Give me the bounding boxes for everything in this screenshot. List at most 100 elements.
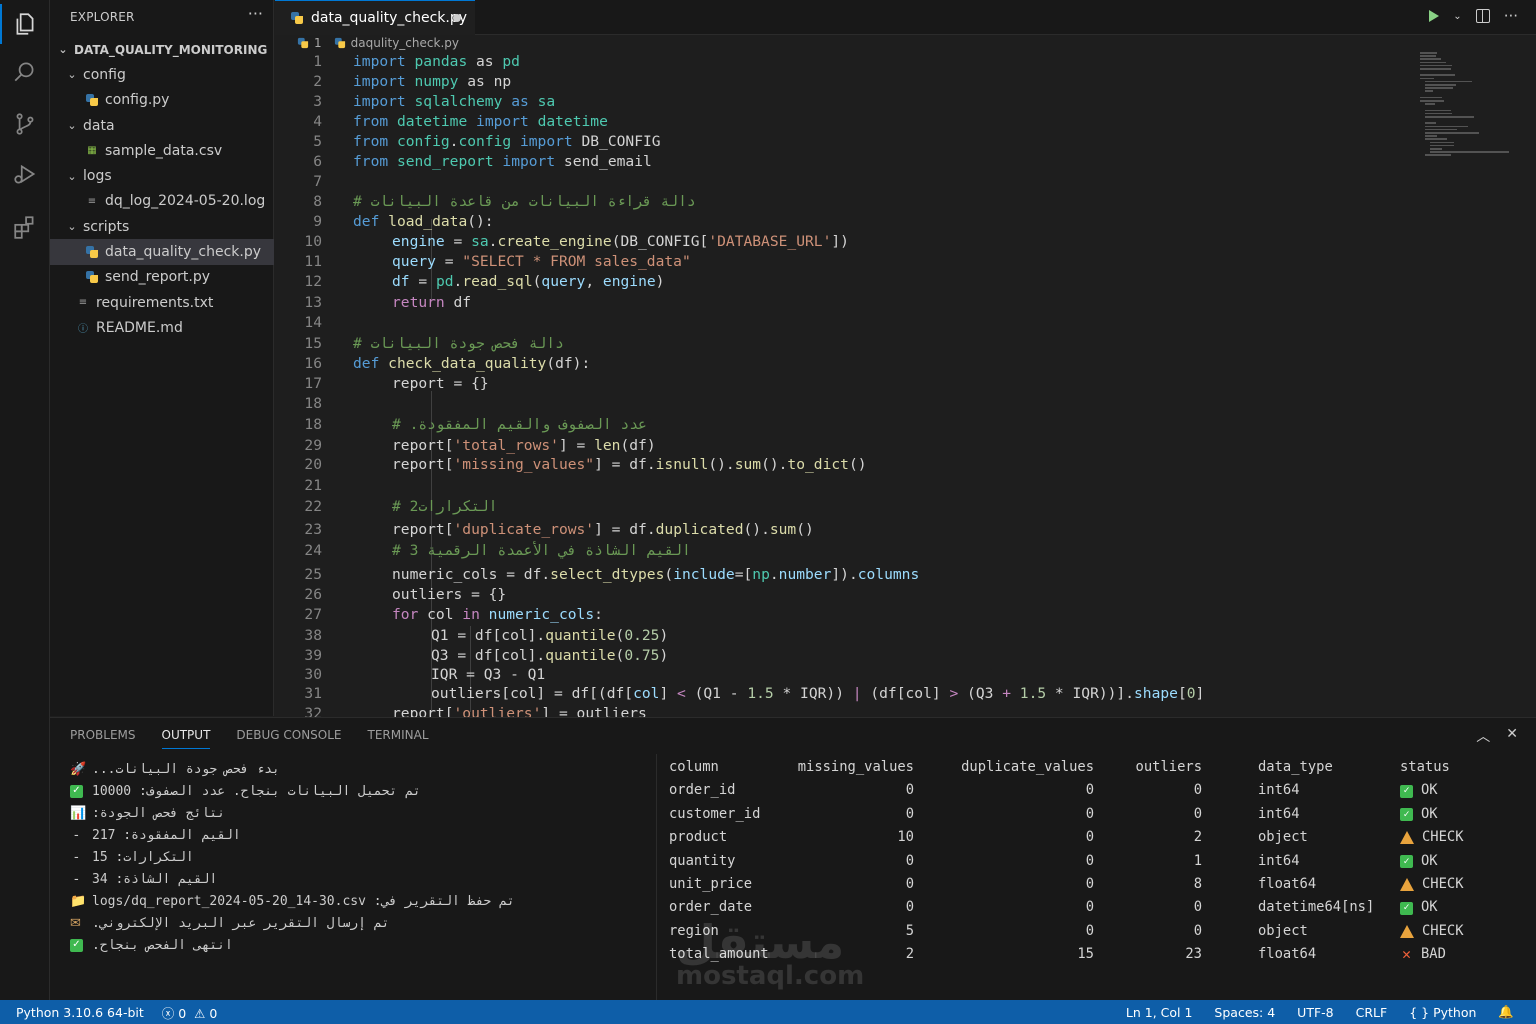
output-line: - التكرارات: 15 (70, 846, 650, 868)
line-number: 27 (304, 606, 322, 623)
encoding[interactable]: UTF-8 (1297, 1005, 1333, 1020)
code-line[interactable]: 11 query = "SELECT * FROM sales_data" (275, 252, 1415, 272)
cell-type: int64 (1258, 782, 1300, 799)
breadcrumb: 1 daqulity_check.py (297, 34, 459, 52)
tree-item[interactable]: config.py (50, 88, 274, 113)
code-line[interactable]: 14 (275, 313, 1415, 333)
tree-item[interactable]: ≡ requirements.txt (50, 290, 274, 315)
code-line[interactable]: 2 import numpy as np (275, 72, 1415, 92)
minimap[interactable] (1420, 52, 1520, 172)
code-line[interactable]: 21 (275, 476, 1415, 496)
table-row: product 10 0 2 object CHECK (666, 826, 1516, 849)
header-missing-values: missing_values (797, 759, 914, 775)
python-interpreter[interactable]: Python 3.10.6 64-bit (16, 1005, 144, 1020)
line-ending[interactable]: CRLF (1356, 1005, 1388, 1020)
tree-item[interactable]: ⌄ scripts (50, 214, 274, 239)
unsaved-dot-icon[interactable] (453, 14, 461, 22)
output-line: ✓ تم تحميل البيانات بنجاح. عدد الصفوف: 10… (70, 780, 650, 802)
minimap-line (1420, 61, 1447, 64)
code-line[interactable]: 31 outliers[col] = df[(df[col] < (Q1 - 1.… (275, 684, 1415, 704)
code-token: engine (392, 233, 445, 250)
code-line[interactable]: 24 # 3 القيم الشاذة في الأعمدة الرقمية (275, 541, 1415, 561)
notifications-bell-icon[interactable]: 🔔 (1498, 1004, 1514, 1020)
cursor-position[interactable]: Ln 1, Col 1 (1126, 1005, 1193, 1020)
line-number: 17 (304, 375, 322, 392)
code-line[interactable]: 10 engine = sa.create_engine(DB_CONFIG['D… (275, 232, 1415, 252)
line-number: 3 (313, 93, 322, 110)
code-line[interactable]: 26 outliers = {} (275, 585, 1415, 605)
cell-column: quantity (669, 852, 736, 869)
code-line[interactable]: 12 df = pd.read_sql(query, engine) (275, 272, 1415, 292)
code-line[interactable]: 25 numeric_cols = df.select_dtypes(includ… (275, 565, 1415, 585)
tree-item[interactable]: data_quality_check.py (50, 239, 274, 265)
line-number: 14 (304, 314, 322, 331)
search-icon[interactable] (0, 48, 50, 96)
code-line[interactable]: 15 # دالة فحص جودة البيانات (275, 334, 1415, 354)
code-token: sum (734, 456, 762, 473)
status-label: OK (1421, 899, 1438, 916)
indentation[interactable]: Spaces: 4 (1214, 1005, 1275, 1020)
tree-item[interactable]: ⓘ README.md (50, 315, 274, 340)
code-line[interactable]: 30 IQR = Q3 - Q1 (275, 665, 1415, 685)
more-actions-icon[interactable]: ··· (248, 4, 263, 23)
editor-more-icon[interactable]: ··· (1504, 7, 1518, 25)
maximize-panel-icon[interactable]: ︿ (1476, 726, 1490, 746)
explorer-files-icon[interactable] (0, 0, 50, 48)
code-line[interactable]: 5 from config.config import DB_CONFIG (275, 132, 1415, 152)
source-control-icon[interactable] (0, 100, 50, 148)
code-text: from datetime import datetime (353, 112, 608, 132)
tree-item[interactable]: ≡ dq_log_2024-05-20.log (50, 189, 274, 214)
tree-item-label: DATA_QUALITY_MONITORING (74, 42, 268, 57)
close-panel-icon[interactable]: ✕ (1506, 726, 1518, 746)
code-line[interactable]: 17 report = {} (275, 374, 1415, 394)
code-line[interactable]: 4 from datetime import datetime (275, 112, 1415, 132)
code-line[interactable]: 18 # .عدد الصفوف والقيم المفقودة (275, 415, 1415, 435)
code-line[interactable]: 3 import sqlalchemy as sa (275, 92, 1415, 112)
code-line[interactable]: 23 report['duplicate_rows'] = df.duplicat… (275, 520, 1415, 540)
tab-terminal[interactable]: TERMINAL (368, 728, 429, 749)
code-line[interactable]: 9 def load_data(): (275, 212, 1415, 232)
code-text: return df (392, 293, 471, 313)
output-line: ✉ تم إرسال التقرير عبر البريد الإلكتروني. (70, 912, 650, 934)
split-editor-icon[interactable] (1475, 9, 1490, 23)
extensions-icon[interactable] (0, 203, 50, 251)
code-line[interactable]: 20 report['missing_values"] = df.isnull()… (275, 455, 1415, 475)
code-line[interactable]: 16 def check_data_quality(df): (275, 354, 1415, 374)
code-token: = (409, 273, 436, 290)
problems-indicator[interactable]: ⓧ 0 ⚠ 0 (162, 1003, 218, 1022)
tree-item[interactable]: ⌄ data (50, 113, 274, 138)
run-dropdown-chevron-icon[interactable]: ⌄ (1453, 11, 1461, 22)
code-text: IQR = Q3 - Q1 (431, 665, 545, 685)
code-line[interactable]: 6 from send_report import send_email (275, 152, 1415, 172)
py-file-icon (84, 269, 100, 285)
run-debug-icon[interactable] (0, 150, 50, 198)
code-line[interactable]: 29 report['total_rows'] = len(df) (275, 436, 1415, 456)
code-line[interactable]: 1 import pandas as pd (275, 52, 1415, 72)
code-line[interactable]: 7 (275, 172, 1415, 192)
code-token: ) (655, 273, 665, 290)
code-line[interactable]: 38 Q1 = df[col].quantile(0.25) (275, 626, 1415, 646)
code-line[interactable]: 27 for col in numeric_cols: (275, 605, 1415, 625)
tree-item[interactable]: ⌄ config (50, 62, 274, 87)
code-token: 0.75 (624, 647, 660, 664)
code-editor[interactable]: 1 import pandas as pd 2 import numpy as np 3… (275, 52, 1415, 722)
run-python-file-icon[interactable] (1429, 10, 1440, 22)
tab-debug-console[interactable]: DEBUG CONSOLE (236, 728, 341, 749)
code-line[interactable]: 13 return df (275, 293, 1415, 313)
tree-item[interactable]: ▦ sample_data.csv (50, 138, 274, 163)
tree-item[interactable]: ⌄ DATA_QUALITY_MONITORING (50, 37, 274, 62)
tab-output[interactable]: OUTPUT (161, 728, 211, 749)
breadcrumb-file[interactable]: daqulity_check.py (351, 36, 459, 50)
tree-item[interactable]: ⌄ logs (50, 163, 274, 188)
tab-data-quality-check[interactable]: data_quality_check.py (275, 0, 475, 35)
code-line[interactable]: 39 Q3 = df[col].quantile(0.75) (275, 646, 1415, 666)
language-mode[interactable]: { } Python (1409, 1005, 1476, 1020)
code-line[interactable]: 18 (275, 394, 1415, 414)
tab-problems[interactable]: PROBLEMS (70, 728, 136, 749)
code-token: import (353, 53, 406, 70)
status-label: OK (1421, 852, 1438, 869)
tree-item[interactable]: send_report.py (50, 265, 274, 290)
code-line[interactable]: 8 # دالة قراءة البيانات من قاعدة البيانات (275, 192, 1415, 212)
code-line[interactable]: 22 # 2التكرارات (275, 497, 1415, 517)
